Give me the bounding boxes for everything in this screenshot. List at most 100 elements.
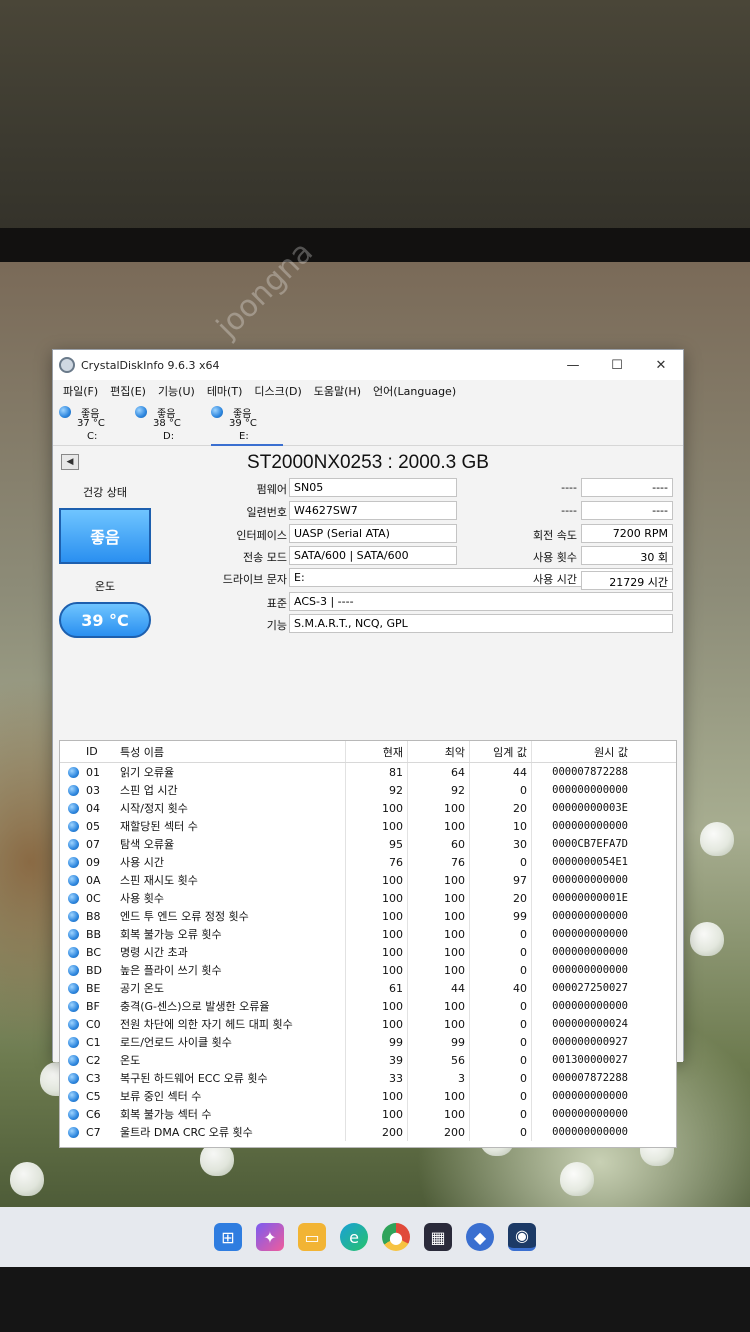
attribute-worst: 64 [408,763,470,781]
table-row[interactable]: 0A 스핀 재시도 횟수 100 100 97 000000000000 [60,871,676,889]
status-good-icon [67,838,79,850]
header-raw[interactable]: 원시 값 [532,741,638,762]
table-body: 01 읽기 오류율 81 64 44 000007872288 03 스핀 업 시간 92 92 0… [60,763,676,1141]
table-row[interactable]: BB 회복 불가능 오류 횟수 100 100 0 000000000000 [60,925,676,943]
attribute-name: 읽기 오류율 [116,763,346,781]
app-icon[interactable]: ◆ [466,1223,494,1251]
status-good-icon [67,1036,79,1048]
header-name[interactable]: 특성 이름 [116,741,346,762]
menu-language[interactable]: 언어(Language) [367,383,462,399]
status-good-icon [60,1000,86,1012]
features-label: 기능 [266,619,287,632]
menu-disk[interactable]: 디스크(D) [248,383,307,399]
smart-attributes-table[interactable]: ID 특성 이름 현재 최악 임계 값 원시 값 01 읽기 오류율 81 64 44 0… [59,740,677,1148]
table-row[interactable]: 0C 사용 횟수 100 100 20 00000000001E [60,889,676,907]
power-count-row: 사용 횟수 [463,546,577,566]
attribute-worst: 100 [408,1087,470,1105]
header-worst[interactable]: 최악 [408,741,470,762]
crystaldiskinfo-window: CrystalDiskInfo 9.6.3 x64 — ☐ ✕ 파일(F) 편집… [52,349,684,1148]
menu-edit[interactable]: 편집(E) [104,383,152,399]
attribute-raw: 000000000000 [552,1000,628,1012]
table-row[interactable]: C7 울트라 DMA CRC 오류 횟수 200 200 0 000000000000 [60,1123,676,1141]
edge-icon[interactable]: e [340,1223,368,1251]
maximize-button[interactable]: ☐ [595,350,639,380]
attribute-id: 07 [86,837,100,851]
table-row[interactable]: C6 회복 불가능 섹터 수 100 100 0 000000000000 [60,1105,676,1123]
menu-theme[interactable]: 테마(T) [201,383,249,399]
table-row[interactable]: BC 명령 시간 초과 100 100 0 000000000000 [60,943,676,961]
menu-file[interactable]: 파일(F) [57,383,104,399]
status-good-icon [60,784,86,796]
attribute-id: 0C [86,891,101,905]
table-row[interactable]: 01 읽기 오류율 81 64 44 000007872288 [60,763,676,781]
attribute-worst: 100 [408,817,470,835]
status-good-icon [211,406,223,418]
status-good-icon [67,946,79,958]
attribute-name: 재할당된 섹터 수 [116,817,346,835]
disk-info-panel: ◀ ST2000NX0253 : 2000.3 GB 건강 상태 좋음 온도 3… [53,446,683,1148]
table-row[interactable]: BE 공기 온도 61 44 40 000027250027 [60,979,676,997]
store-icon[interactable]: ▦ [424,1223,452,1251]
attribute-id: B8 [86,909,101,923]
drive-tab-c[interactable]: 좋음 37 °C C: [55,402,131,446]
attribute-id: C1 [86,1035,101,1049]
attribute-threshold: 99 [470,907,532,925]
copilot-icon[interactable]: ✦ [256,1223,284,1251]
attribute-threshold: 0 [470,1123,532,1141]
health-status-button[interactable]: 좋음 [59,508,151,564]
attribute-worst: 100 [408,871,470,889]
attribute-name: 공기 온도 [116,979,346,997]
table-row[interactable]: C5 보류 중인 섹터 수 100 100 0 000000000000 [60,1087,676,1105]
status-good-icon [60,1072,86,1084]
attribute-raw: 000000000000 [552,910,628,922]
attribute-current: 100 [346,1105,408,1123]
crystaldiskinfo-icon[interactable]: ◉ [508,1223,536,1251]
attribute-threshold: 0 [470,1033,532,1051]
table-row[interactable]: C1 로드/언로드 사이클 횟수 99 99 0 000000000927 [60,1033,676,1051]
header-current[interactable]: 현재 [346,741,408,762]
drive-tab-e[interactable]: 좋음 39 °C E: [207,402,283,446]
table-row[interactable]: C0 전원 차단에 의한 자기 헤드 대피 횟수 100 100 0 0000000000… [60,1015,676,1033]
attribute-raw: 000000000000 [552,928,628,940]
attribute-current: 33 [346,1069,408,1087]
table-row[interactable]: C2 온도 39 56 0 001300000027 [60,1051,676,1069]
reserved-value-2: ---- [581,501,673,520]
menu-bar: 파일(F) 편집(E) 기능(U) 테마(T) 디스크(D) 도움말(H) 언어… [53,380,683,402]
menu-function[interactable]: 기능(U) [152,383,201,399]
drive-tab-d[interactable]: 좋음 38 °C D: [131,402,207,446]
table-row[interactable]: 04 시작/정지 횟수 100 100 20 00000000003E [60,799,676,817]
attribute-worst: 100 [408,961,470,979]
attribute-raw: 001300000027 [552,1054,628,1066]
status-good-icon [67,910,79,922]
table-row[interactable]: C3 복구된 하드웨어 ECC 오류 횟수 33 3 0 000007872288 [60,1069,676,1087]
table-row[interactable]: 09 사용 시간 76 76 0 0000000054E1 [60,853,676,871]
minimize-button[interactable]: — [551,350,595,380]
table-row[interactable]: B8 엔드 투 엔드 오류 정정 횟수 100 100 99 000000000000 [60,907,676,925]
window-title: CrystalDiskInfo 9.6.3 x64 [81,358,220,372]
attribute-threshold: 0 [470,853,532,871]
reserved-label-1: ---- [561,481,577,494]
reserved-label-2: ---- [561,504,577,517]
chrome-icon[interactable]: ● [382,1223,410,1251]
windows-start-icon[interactable]: ⊞ [214,1223,242,1251]
table-row[interactable]: 03 스핀 업 시간 92 92 0 000000000000 [60,781,676,799]
file-explorer-icon[interactable]: ▭ [298,1223,326,1251]
drive-selector-bar: 좋음 37 °C C: 좋음 38 °C D: 좋음 39 °C E: [53,402,683,446]
attribute-threshold: 0 [470,1069,532,1087]
attribute-current: 100 [346,925,408,943]
status-good-icon [67,874,79,886]
table-row[interactable]: BF 충격(G-센스)으로 발생한 오류율 100 100 0 000000000000 [60,997,676,1015]
close-button[interactable]: ✕ [639,350,683,380]
attribute-name: 사용 시간 [116,853,346,871]
header-threshold[interactable]: 임계 값 [470,741,532,762]
standard-value: ACS-3 | ---- [289,592,673,611]
table-row[interactable]: 07 탐색 오류율 95 60 30 0000CB7EFA7D [60,835,676,853]
attribute-threshold: 0 [470,1105,532,1123]
menu-help[interactable]: 도움말(H) [308,383,367,399]
header-id[interactable]: ID [86,745,116,758]
status-good-icon [60,946,86,958]
title-bar[interactable]: CrystalDiskInfo 9.6.3 x64 — ☐ ✕ [53,350,683,380]
table-row[interactable]: 05 재할당된 섹터 수 100 100 10 000000000000 [60,817,676,835]
temperature-badge[interactable]: 39 °C [59,602,151,638]
table-row[interactable]: BD 높은 플라이 쓰기 횟수 100 100 0 000000000000 [60,961,676,979]
